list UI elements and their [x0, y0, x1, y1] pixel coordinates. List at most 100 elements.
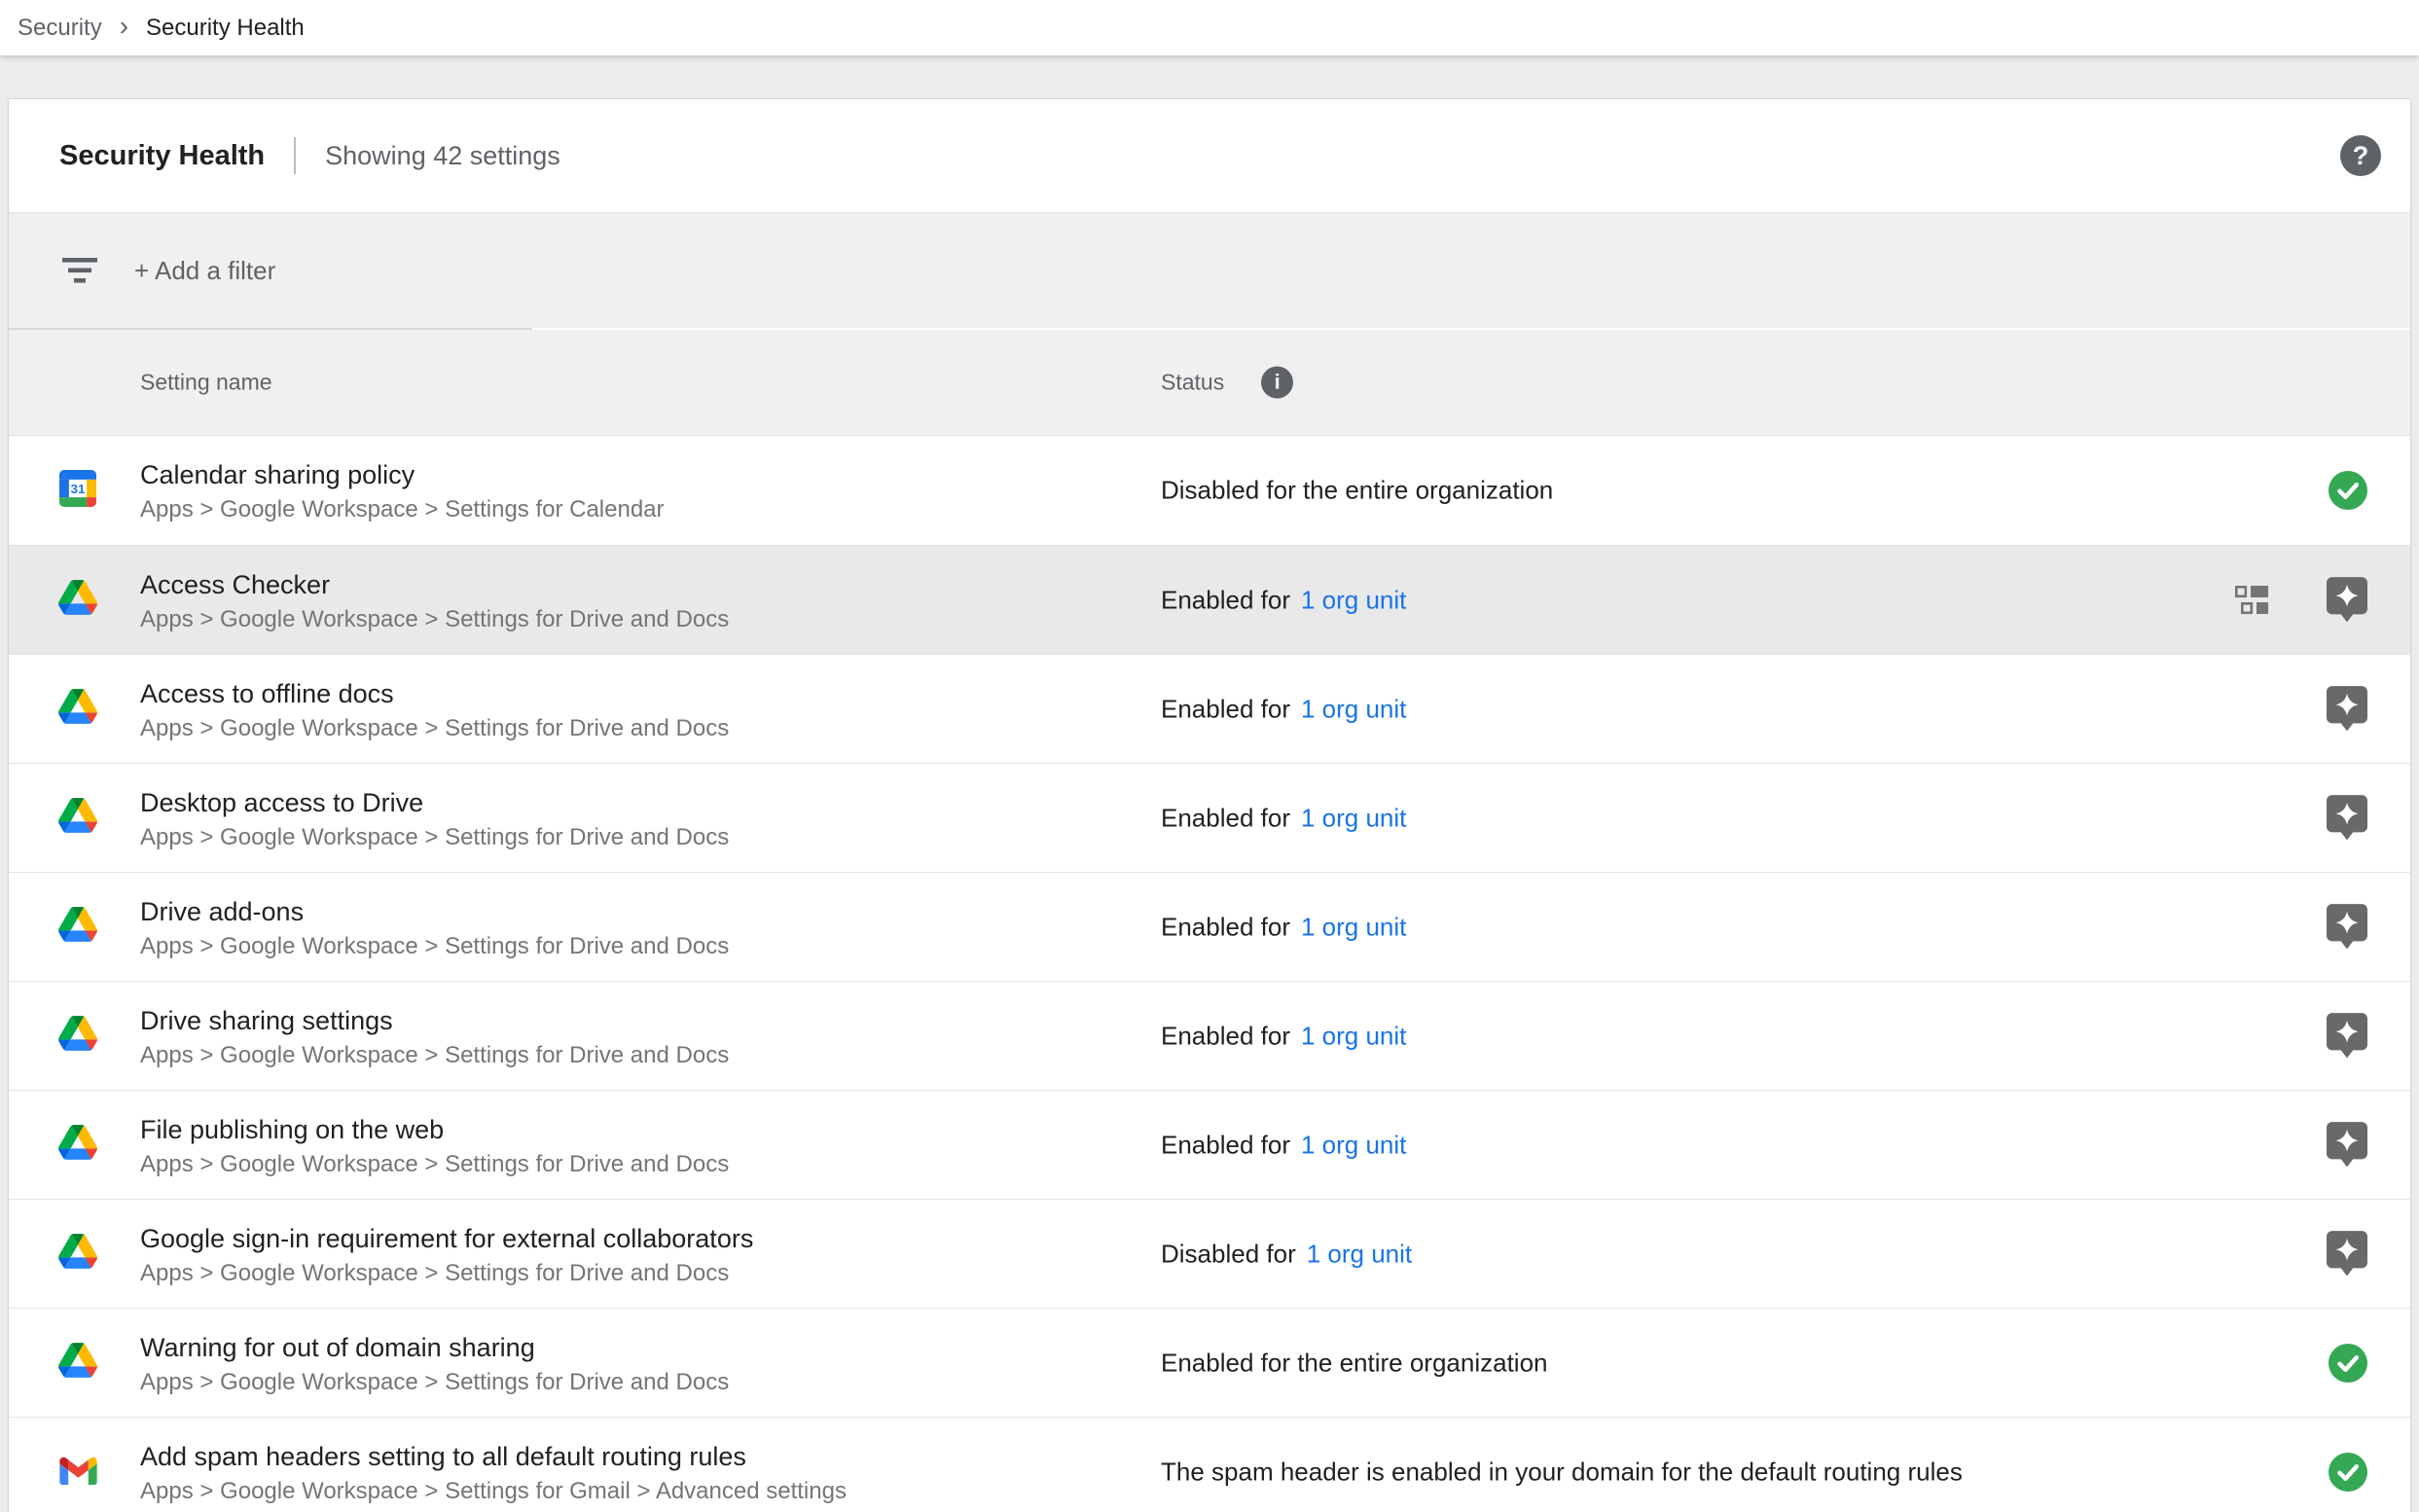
drive-icon [58, 689, 97, 729]
table-row[interactable]: File publishing on the web Apps > Google… [9, 1090, 2410, 1199]
setting-name: Calendar sharing policy [140, 455, 665, 494]
app-icon [57, 1125, 98, 1166]
setting-name: File publishing on the web [140, 1110, 729, 1149]
help-icon[interactable]: ? [2340, 135, 2381, 176]
status-text: Enabled for [1161, 803, 1290, 833]
setting-path: Apps > Google Workspace > Settings for D… [140, 713, 729, 744]
status-info-icon[interactable]: i [1261, 367, 1293, 399]
status-text: Enabled for [1161, 694, 1290, 724]
recommendation-icon[interactable] [2327, 686, 2367, 733]
org-unit-link[interactable]: 1 org unit [1307, 1239, 1412, 1269]
org-unit-link[interactable]: 1 org unit [1301, 803, 1406, 833]
org-list-icon [2235, 586, 2268, 615]
drive-icon [58, 907, 97, 947]
recommendation-icon[interactable] [2327, 904, 2367, 951]
recommendation-icon[interactable] [2327, 1122, 2367, 1169]
setting-path: Apps > Google Workspace > Settings for D… [140, 1040, 729, 1071]
app-icon [57, 1452, 98, 1493]
gmail-icon [59, 1455, 97, 1490]
app-icon [57, 580, 98, 621]
setting-name: Desktop access to Drive [140, 783, 729, 822]
chevron-right-icon: › [120, 13, 128, 44]
status-text: Enabled for [1161, 585, 1290, 615]
setting-path: Apps > Google Workspace > Settings for D… [140, 822, 729, 853]
status-ok-icon [2329, 471, 2367, 510]
table-row[interactable]: Google sign-in requirement for external … [9, 1199, 2410, 1308]
recommendation-icon[interactable] [2327, 795, 2367, 842]
status-icons [2327, 1122, 2367, 1169]
drive-icon [58, 1125, 97, 1165]
setting-path: Apps > Google Workspace > Settings for D… [140, 1149, 729, 1180]
setting-status: Disabled for 1 org unit [1161, 1239, 1412, 1269]
setting-name: Access to offline docs [140, 674, 729, 713]
column-header-setting-name[interactable]: Setting name [140, 370, 272, 396]
filter-list-icon[interactable] [62, 258, 97, 283]
status-icons [2327, 686, 2367, 733]
status-icons [2329, 1344, 2367, 1383]
table-row[interactable]: Add spam headers setting to all default … [9, 1417, 2410, 1512]
table-row[interactable]: Access to offline docs Apps > Google Wor… [9, 654, 2410, 763]
org-unit-link[interactable]: 1 org unit [1301, 694, 1406, 724]
setting-text: File publishing on the web Apps > Google… [140, 1110, 729, 1180]
table-row[interactable]: Desktop access to Drive Apps > Google Wo… [9, 763, 2410, 872]
setting-status: Enabled for 1 org unit [1161, 694, 1406, 724]
calendar-icon: 31 [59, 470, 96, 512]
status-text: Enabled for the entire organization [1161, 1348, 1548, 1378]
setting-name: Google sign-in requirement for external … [140, 1219, 753, 1258]
breadcrumb-security-health: Security Health [146, 15, 305, 42]
add-filter-button[interactable]: + Add a filter [134, 256, 275, 286]
org-unit-link[interactable]: 1 org unit [1301, 1130, 1406, 1160]
status-text: The spam header is enabled in your domai… [1161, 1457, 1963, 1487]
drive-icon [58, 1234, 97, 1274]
setting-path: Apps > Google Workspace > Settings for C… [140, 494, 665, 525]
drive-icon [58, 580, 97, 620]
setting-name: Drive add-ons [140, 892, 729, 931]
table-row[interactable]: 31 Calendar sharing policy Apps > Google… [9, 436, 2410, 545]
app-icon [57, 1234, 98, 1275]
org-unit-link[interactable]: 1 org unit [1301, 1021, 1406, 1051]
setting-status: Enabled for 1 org unit [1161, 585, 1406, 615]
recommendation-icon[interactable] [2327, 1013, 2367, 1060]
recommendation-icon[interactable] [2327, 1231, 2367, 1278]
recommendation-icon[interactable] [2327, 577, 2367, 624]
table-row[interactable]: Warning for out of domain sharing Apps >… [9, 1308, 2410, 1417]
setting-path: Apps > Google Workspace > Settings for D… [140, 604, 729, 635]
settings-card: Security Health Showing 42 settings ? + … [8, 98, 2411, 1512]
setting-text: Add spam headers setting to all default … [140, 1437, 847, 1507]
drive-icon [58, 1343, 97, 1383]
security-health-screen: Security › Security Health Security Heal… [0, 0, 2419, 1512]
title-divider [294, 137, 296, 174]
status-text: Disabled for the entire organization [1161, 476, 1553, 506]
status-icons [2327, 795, 2367, 842]
setting-name: Drive sharing settings [140, 1001, 729, 1040]
status-icons [2235, 577, 2367, 624]
table-row[interactable]: Drive sharing settings Apps > Google Wor… [9, 981, 2410, 1090]
table-row[interactable]: Drive add-ons Apps > Google Workspace > … [9, 872, 2410, 981]
breadcrumb-security[interactable]: Security [18, 15, 102, 42]
status-text: Enabled for [1161, 1130, 1290, 1160]
drive-icon [58, 1016, 97, 1056]
app-icon [57, 689, 98, 730]
table-row[interactable]: Access Checker Apps > Google Workspace >… [9, 545, 2410, 654]
drive-icon [58, 798, 97, 838]
status-icons [2327, 1013, 2367, 1060]
setting-status: Enabled for 1 org unit [1161, 1021, 1406, 1051]
table-header: Setting name Status i [9, 330, 2410, 436]
setting-path: Apps > Google Workspace > Settings for D… [140, 1258, 753, 1289]
setting-text: Drive sharing settings Apps > Google Wor… [140, 1001, 729, 1071]
setting-text: Google sign-in requirement for external … [140, 1219, 753, 1289]
setting-name: Access Checker [140, 565, 729, 604]
setting-text: Access Checker Apps > Google Workspace >… [140, 565, 729, 635]
app-icon: 31 [57, 470, 98, 511]
filter-bar: + Add a filter [9, 213, 2410, 328]
setting-status: The spam header is enabled in your domai… [1161, 1457, 1963, 1487]
setting-path: Apps > Google Workspace > Settings for G… [140, 1476, 847, 1507]
org-unit-link[interactable]: 1 org unit [1301, 912, 1406, 942]
status-column-label[interactable]: Status [1161, 370, 1224, 396]
status-icons [2329, 471, 2367, 510]
setting-text: Calendar sharing policy Apps > Google Wo… [140, 455, 665, 525]
setting-text: Warning for out of domain sharing Apps >… [140, 1328, 729, 1398]
page-title: Security Health [59, 140, 265, 172]
status-text: Disabled for [1161, 1239, 1296, 1269]
org-unit-link[interactable]: 1 org unit [1301, 585, 1406, 615]
